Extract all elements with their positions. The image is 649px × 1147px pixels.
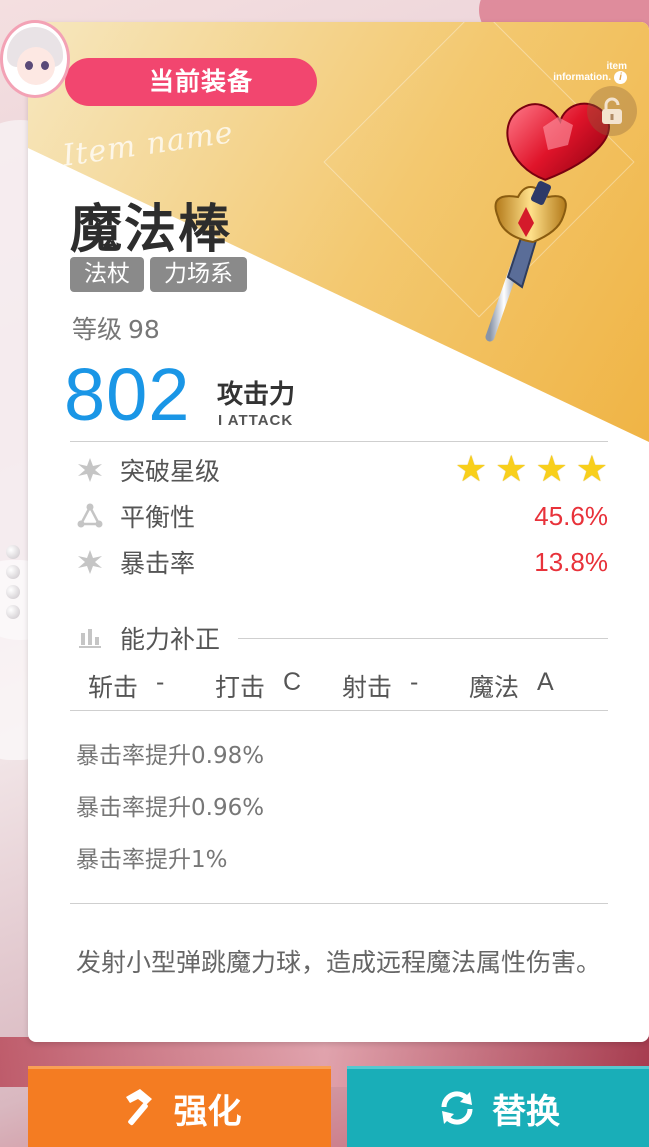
item-info-line1: item <box>606 61 627 72</box>
current-equipment-badge: 当前装备 <box>65 58 317 106</box>
info-icon: i <box>614 71 627 84</box>
ability-magic: 魔法 A <box>469 668 596 704</box>
attack-sublabel: I ATTACK <box>218 412 294 429</box>
item-tags: 法杖 力场系 <box>70 257 247 292</box>
upgrade-label: 强化 <box>173 1091 242 1132</box>
item-level: 等级 98 <box>72 310 160 346</box>
ability-grid: 斩击 - 打击 C 射击 - 魔法 A <box>88 668 596 704</box>
lock-toggle-button[interactable] <box>587 86 637 136</box>
star-burst-icon <box>70 457 110 483</box>
replace-label: 替换 <box>492 1091 560 1132</box>
stat-balance: 平衡性 45.6% <box>70 494 608 538</box>
star-icon: ★ <box>535 449 568 490</box>
balance-label: 平衡性 <box>120 503 196 532</box>
bar-chart-icon <box>70 627 110 649</box>
star-icon: ★ <box>495 449 528 490</box>
divider <box>70 710 608 711</box>
ability-strike: 打击 C <box>215 668 342 704</box>
upgrade-button[interactable]: 强化 <box>28 1066 331 1147</box>
level-label: 等级 <box>72 315 123 344</box>
breakthrough-stars: ★ ★ ★ ★ <box>455 452 608 488</box>
item-description: 发射小型弹跳魔力球，造成远程魔法属性伤害。 <box>76 948 602 977</box>
ability-name: 魔法 <box>469 673 520 702</box>
ability-name: 射击 <box>342 673 393 702</box>
stat-breakthrough: 突破星级 ★ ★ ★ ★ <box>70 448 608 492</box>
equipment-card: 当前装备 item information. i Item name 魔法棒 法杖… <box>28 22 649 1042</box>
unlock-icon <box>602 97 622 124</box>
breakthrough-label: 突破星级 <box>120 457 221 486</box>
ability-name: 斩击 <box>88 673 139 702</box>
bonus-line: 暴击率提升0.98% <box>76 743 265 769</box>
tag-element: 力场系 <box>150 257 247 292</box>
bonus-line: 暴击率提升0.96% <box>76 795 265 821</box>
item-name: 魔法棒 <box>70 200 233 260</box>
balance-value: 45.6% <box>534 500 608 531</box>
divider <box>70 903 608 904</box>
ability-shoot: 射击 - <box>342 668 469 704</box>
divider <box>70 441 608 442</box>
ability-grade: C <box>283 668 302 696</box>
ability-grade: A <box>537 668 554 696</box>
star-icon: ★ <box>454 449 488 490</box>
ability-correction-label: 能力补正 <box>120 625 221 654</box>
ability-name: 打击 <box>215 673 266 702</box>
ability-grade: - <box>410 668 419 696</box>
attack-value: 802 <box>64 353 191 436</box>
ability-slash: 斩击 - <box>88 668 215 704</box>
item-information-button[interactable]: item information. i <box>553 62 627 84</box>
ability-header-line <box>238 637 608 639</box>
replace-button[interactable]: 替换 <box>347 1066 649 1147</box>
hammer-icon <box>125 1089 152 1126</box>
star-icon: ★ <box>575 449 608 490</box>
star-burst-icon <box>70 549 110 575</box>
ability-grade: - <box>156 668 165 696</box>
attack-label: 攻击力 <box>217 380 296 410</box>
refresh-icon <box>441 1091 473 1125</box>
ability-correction-header: 能力补正 <box>70 618 608 658</box>
tag-weapon-type: 法杖 <box>70 257 144 292</box>
level-value: 98 <box>128 315 160 344</box>
crit-value: 13.8% <box>534 546 608 577</box>
stat-crit: 暴击率 13.8% <box>70 540 608 584</box>
item-info-line2: information. <box>553 72 611 84</box>
crit-label: 暴击率 <box>120 549 196 578</box>
bonus-line: 暴击率提升1% <box>76 847 228 873</box>
character-avatar[interactable] <box>0 20 70 98</box>
triangle-nodes-icon <box>70 503 110 529</box>
